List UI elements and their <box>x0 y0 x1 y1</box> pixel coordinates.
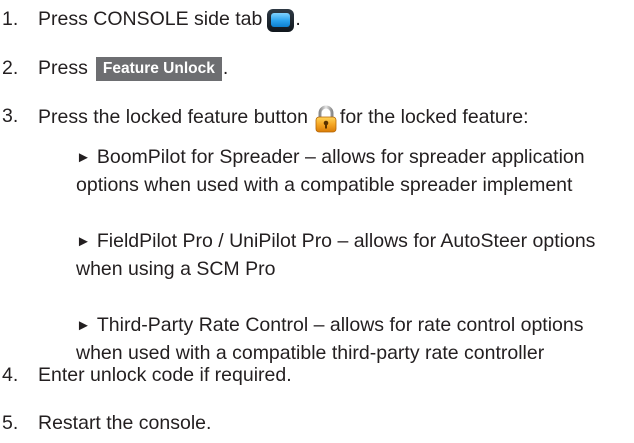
bullet-arrow-icon: ► <box>76 317 91 334</box>
step-text-continued: for the locked feature: <box>339 106 529 128</box>
instruction-document: 1. Press CONSOLE side tab . 2. Press Fea… <box>0 0 634 443</box>
bullet-arrow-icon: ► <box>76 149 91 166</box>
step-text: Press CONSOLE side tab <box>38 8 263 30</box>
step-number: 2. <box>2 57 19 79</box>
step-number: 3. <box>2 105 19 127</box>
feature-unlock-button: Feature Unlock <box>95 57 222 81</box>
step-punctuation: . <box>295 8 301 30</box>
step-text: Enter unlock code if required. <box>38 364 292 386</box>
feature-line: BoomPilot for Spreader – allows for spre… <box>96 146 585 168</box>
step-text: Restart the console. <box>38 412 212 434</box>
step-text: Press <box>38 57 88 79</box>
feature-line: when using a SCM Pro <box>76 258 276 280</box>
feature-line: FieldPilot Pro / UniPilot Pro – allows f… <box>96 230 596 252</box>
step-number: 4. <box>2 364 19 386</box>
feature-item: ► Third-Party Rate Control – allows for r… <box>76 312 583 366</box>
console-tab-icon <box>267 8 295 32</box>
feature-item: ► BoomPilot for Spreader – allows for spr… <box>76 144 585 198</box>
feature-line: when used with a compatible third-party … <box>76 342 545 364</box>
feature-line: options when used with a compatible spre… <box>76 174 573 196</box>
bullet-arrow-icon: ► <box>76 233 91 250</box>
feature-line: Third-Party Rate Control – allows for ra… <box>96 314 584 336</box>
feature-item: ► FieldPilot Pro / UniPilot Pro – allows … <box>76 228 595 282</box>
step-number: 1. <box>2 8 19 30</box>
step-text: Press the locked feature button <box>38 106 308 128</box>
step-punctuation: . <box>222 57 229 79</box>
step-number: 5. <box>2 412 19 434</box>
lock-icon <box>315 105 337 133</box>
